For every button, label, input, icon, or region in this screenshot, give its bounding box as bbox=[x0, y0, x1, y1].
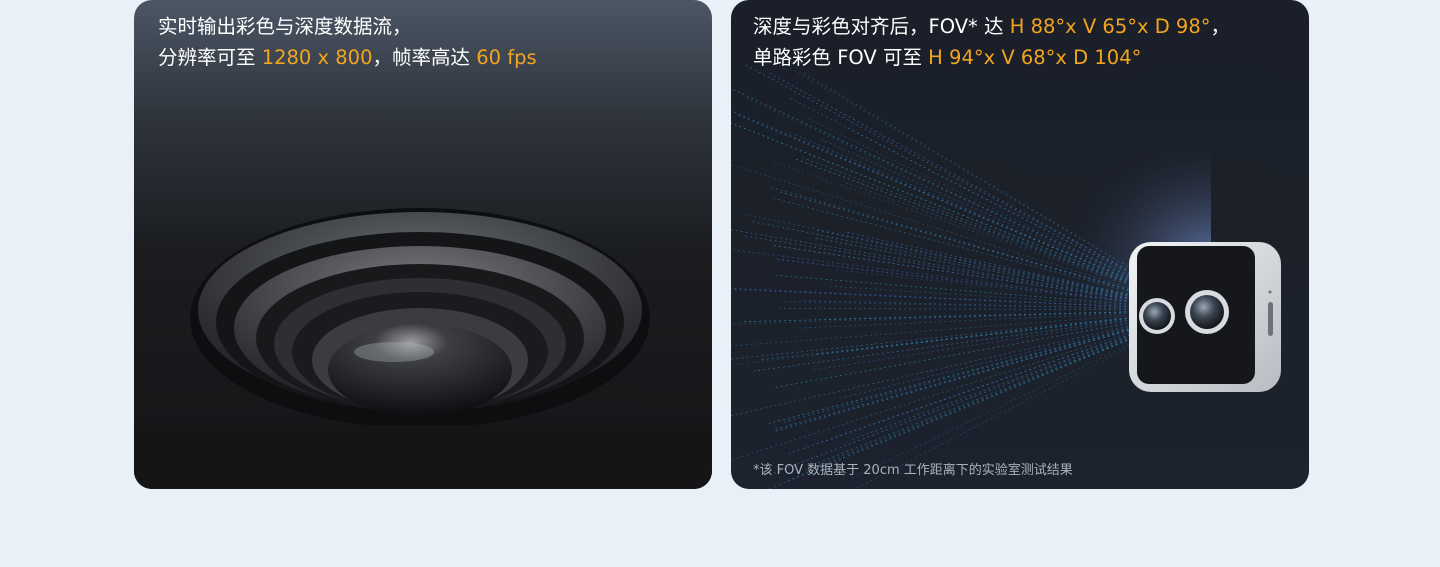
fov-line-1-prefix: 深度与彩色对齐后，FOV* 达 bbox=[753, 15, 1010, 38]
fov-line-1-suffix: ， bbox=[1210, 15, 1231, 38]
headline-line-2: 分辨率可至 1280 x 800，帧率高达 60 fps bbox=[158, 42, 537, 73]
headline-line-2-middle: ，帧率高达 bbox=[372, 46, 477, 69]
depth-camera-device-image bbox=[1129, 242, 1281, 392]
aligned-fov-value: H 88°x V 65°x D 98° bbox=[1009, 15, 1211, 38]
fov-footnote: *该 FOV 数据基于 20cm 工作距离下的实验室测试结果 bbox=[753, 463, 1073, 478]
fov-feature-card: 深度与彩色对齐后，FOV* 达 H 88°x V 65°x D 98°， 单路彩… bbox=[731, 0, 1309, 489]
headline-line-2-prefix: 分辨率可至 bbox=[158, 46, 262, 69]
fov-line-2-prefix: 单路彩色 FOV 可至 bbox=[753, 46, 929, 69]
fps-value: 60 fps bbox=[476, 46, 537, 69]
resolution-feature-card: 实时输出彩色与深度数据流， 分辨率可至 1280 x 800，帧率高达 60 f… bbox=[134, 0, 712, 489]
camera-lens-closeup-image bbox=[134, 208, 712, 489]
resolution-value: 1280 x 800 bbox=[261, 46, 373, 69]
resolution-headline: 实时输出彩色与深度数据流， 分辨率可至 1280 x 800，帧率高达 60 f… bbox=[158, 11, 537, 73]
headline-line-1: 实时输出彩色与深度数据流， bbox=[158, 15, 412, 38]
fov-line-1: 深度与彩色对齐后，FOV* 达 H 88°x V 65°x D 98°， bbox=[753, 11, 1230, 42]
fov-line-2: 单路彩色 FOV 可至 H 94°x V 68°x D 104° bbox=[753, 42, 1230, 73]
fov-headline: 深度与彩色对齐后，FOV* 达 H 88°x V 65°x D 98°， 单路彩… bbox=[753, 11, 1230, 73]
color-fov-value: H 94°x V 68°x D 104° bbox=[928, 46, 1142, 69]
